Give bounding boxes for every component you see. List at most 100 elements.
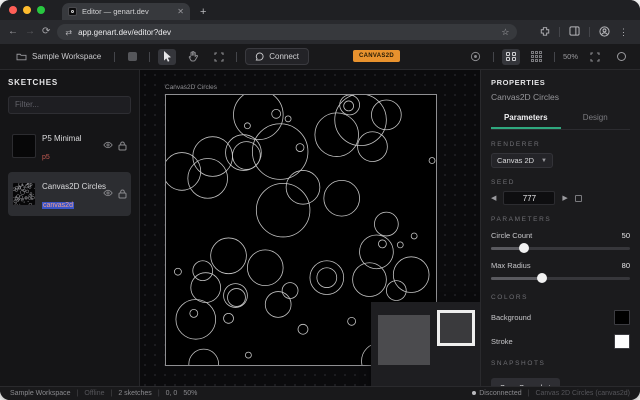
extensions-icon[interactable]: [540, 26, 550, 38]
browser-tab[interactable]: Editor — genart.dev ✕: [62, 3, 190, 20]
zoom-level: 50%: [562, 52, 578, 61]
seed-prev-button[interactable]: ◀: [491, 194, 496, 202]
color-row-stroke: Stroke: [491, 334, 630, 349]
snapshot-thumbnail-selected[interactable]: [437, 310, 475, 346]
sketch-name: P5 Minimal: [42, 133, 82, 143]
new-tab-button[interactable]: +: [200, 4, 206, 20]
active-sketch-label: Canvas 2D Circles (canvas2d): [535, 390, 630, 397]
divider: |: [527, 390, 530, 397]
seed-section-label: SEED: [491, 179, 516, 186]
sketch-actions: [103, 141, 127, 151]
sketch-meta: Canvas2D Circles canvas2d: [42, 176, 106, 212]
reload-icon[interactable]: ⟳: [42, 27, 50, 37]
status-bar: Sample Workspace | Offline | 2 sketches …: [0, 386, 640, 400]
grid-view-button[interactable]: [501, 48, 520, 65]
tab-parameters[interactable]: Parameters: [491, 109, 561, 129]
divider: [559, 27, 560, 37]
param-label: Circle Count: [491, 231, 533, 240]
circle-count-slider[interactable]: [491, 243, 630, 253]
colors-section-label: COLORS: [491, 294, 529, 301]
divider: [114, 51, 116, 62]
site-settings-icon[interactable]: ⇄: [65, 28, 72, 37]
sketch-thumbnail: [12, 133, 36, 158]
editor-content: SKETCHES P5 Minimal p5: [0, 70, 640, 397]
status-workspace: Sample Workspace: [10, 390, 71, 397]
browser-menu-icon[interactable]: ⋮: [619, 27, 628, 38]
forward-icon[interactable]: →: [25, 27, 35, 37]
address-bar[interactable]: ⇄ app.genart.dev/editor?dev ☆: [57, 24, 518, 40]
status-right-group: Disconnected | Canvas 2D Circles (canvas…: [472, 390, 630, 397]
sketch-item-p5-minimal[interactable]: P5 Minimal p5: [8, 124, 131, 168]
record-button[interactable]: [467, 49, 485, 65]
status-sketch-count: 2 sketches: [118, 390, 152, 397]
color-label: Background: [491, 313, 532, 322]
tab-favicon-icon: [68, 7, 77, 16]
bookmark-star-icon[interactable]: ☆: [501, 27, 509, 38]
zoom-fit-button[interactable]: [586, 49, 604, 65]
properties-title: PROPERTIES: [491, 78, 546, 87]
snapshot-thumbnail[interactable]: [378, 315, 430, 365]
close-window-button[interactable]: [9, 6, 17, 14]
random-seed-icon[interactable]: [574, 194, 582, 202]
circle-icon: [616, 52, 626, 61]
sketch-actions: [103, 189, 127, 199]
slider-thumb[interactable]: [519, 243, 530, 253]
status-coordinates: 0, 0: [165, 390, 178, 397]
lock-icon[interactable]: [118, 189, 127, 199]
sidebar-title: SKETCHES: [8, 78, 58, 87]
background-color-swatch[interactable]: [614, 310, 630, 325]
renderer-value: Canvas 2D: [497, 156, 535, 165]
stroke-color-swatch[interactable]: [614, 334, 630, 349]
profile-icon[interactable]: [599, 25, 610, 39]
connection-status: Disconnected: [472, 390, 522, 397]
fine-grid-button[interactable]: [528, 49, 546, 65]
frame-corners-icon: [214, 51, 224, 62]
chevron-down-icon: ▼: [541, 157, 547, 164]
sketch-item-canvas2d-circles[interactable]: Canvas2D Circles canvas2d: [8, 171, 131, 216]
target-icon: [471, 51, 481, 62]
divider: [492, 51, 494, 62]
renderer-badge: CANVAS2D: [353, 50, 400, 62]
properties-tabs: Parameters Design: [491, 109, 630, 130]
select-tool-button[interactable]: [158, 48, 177, 65]
slider-fill: [491, 277, 543, 280]
connect-button[interactable]: Connect: [245, 48, 310, 65]
seed-next-button[interactable]: ▶: [562, 194, 567, 202]
parameters-section-label: PARAMETERS: [491, 216, 552, 223]
tab-design[interactable]: Design: [561, 109, 631, 129]
folder-icon: [15, 51, 27, 63]
color-row-background: Background: [491, 310, 630, 325]
browser-urlbar: ← → ⟳ ⇄ app.genart.dev/editor?dev ☆ ⋮: [0, 20, 640, 44]
param-label: Max Radius: [491, 261, 531, 270]
slider-thumb[interactable]: [537, 273, 548, 283]
snapshot-preview-panel: [371, 302, 480, 386]
eye-icon[interactable]: [103, 189, 113, 197]
minimize-window-button[interactable]: [23, 6, 31, 14]
chat-bubble-icon: [255, 52, 264, 61]
frame-corners-icon: [590, 51, 600, 62]
browser-titlebar: Editor — genart.dev ✕ +: [0, 0, 640, 20]
max-radius-slider[interactable]: [491, 273, 630, 283]
tab-close-icon[interactable]: ✕: [177, 7, 184, 16]
fit-view-button[interactable]: [210, 49, 228, 65]
zoom-reset-button[interactable]: [612, 49, 630, 65]
stop-render-button[interactable]: [123, 49, 141, 65]
lock-icon[interactable]: [118, 141, 127, 151]
pan-tool-button[interactable]: [184, 49, 202, 65]
renderer-dropdown[interactable]: Canvas 2D ▼: [491, 153, 553, 168]
workspace-button[interactable]: Sample Workspace: [10, 48, 106, 66]
side-panel-icon[interactable]: [569, 26, 580, 38]
maximize-window-button[interactable]: [37, 6, 45, 14]
eye-icon[interactable]: [103, 141, 113, 149]
filter-input[interactable]: [8, 95, 131, 114]
param-row-circle-count: Circle Count 50: [491, 231, 630, 240]
mini-circles-preview: [13, 182, 35, 205]
connection-label: Disconnected: [479, 390, 522, 397]
sketch-tag: p5: [42, 153, 50, 161]
properties-sketch-name: Canvas2D Circles: [491, 92, 560, 102]
seed-value-input[interactable]: 777: [503, 191, 556, 205]
back-icon[interactable]: ←: [8, 27, 18, 37]
grid-3x3-icon: [531, 51, 543, 62]
sketch-tag: canvas2d: [42, 201, 74, 209]
hand-icon: [189, 51, 199, 62]
